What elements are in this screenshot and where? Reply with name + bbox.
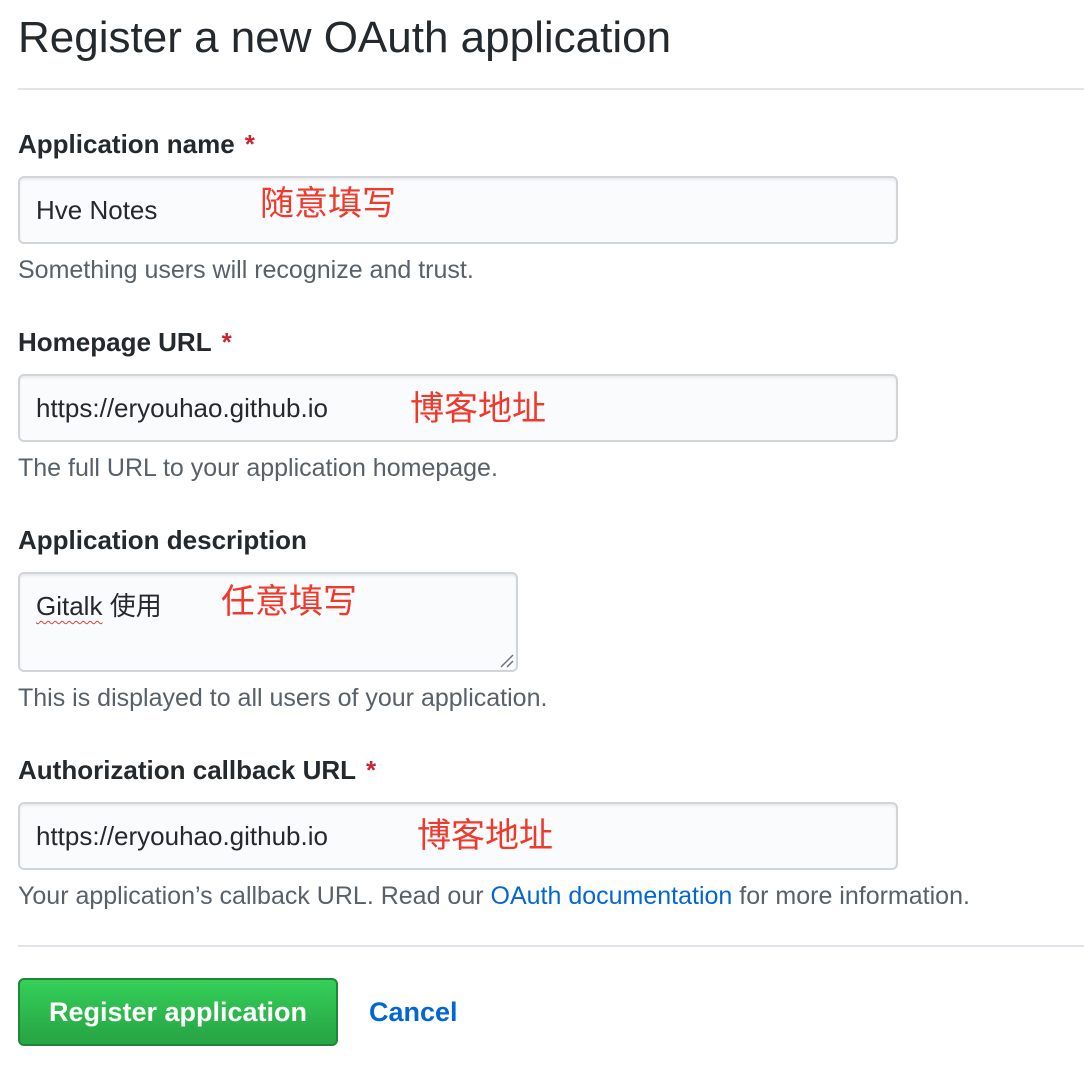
callback-url-note: Your application’s callback URL. Read ou… xyxy=(18,880,970,912)
oauth-documentation-link[interactable]: OAuth documentation xyxy=(491,882,733,910)
form-divider xyxy=(18,945,1084,947)
description-label: Application description xyxy=(18,524,307,556)
description-annotation: 任意填写 xyxy=(221,582,357,622)
homepage-url-note: The full URL to your application homepag… xyxy=(18,454,498,482)
homepage-url-value: https://eryouhao.github.io xyxy=(36,393,328,423)
app-name-label: Application name * xyxy=(18,128,255,160)
required-mark: * xyxy=(366,755,377,785)
app-name-field[interactable]: Hve Notes xyxy=(18,176,898,244)
callback-url-label-text: Authorization callback URL xyxy=(18,755,357,785)
callback-url-label: Authorization callback URL * xyxy=(18,754,376,786)
app-name-annotation: 随意填写 xyxy=(260,184,396,224)
description-value-rest: 使用 xyxy=(102,591,162,621)
homepage-url-label-text: Homepage URL xyxy=(18,327,212,357)
cancel-link[interactable]: Cancel xyxy=(369,994,458,1030)
app-name-label-text: Application name xyxy=(18,129,235,159)
callback-note-text-end: for more information. xyxy=(732,882,970,910)
page-title: Register a new OAuth application xyxy=(18,13,672,62)
callback-url-value: https://eryouhao.github.io xyxy=(36,821,328,851)
callback-note-text: Your application’s callback URL. Read ou… xyxy=(18,882,491,910)
description-note: This is displayed to all users of your a… xyxy=(18,684,548,712)
register-application-button[interactable]: Register application xyxy=(18,978,338,1046)
required-mark: * xyxy=(221,327,232,357)
callback-url-annotation: 博客地址 xyxy=(417,816,553,856)
description-label-text: Application description xyxy=(18,525,307,555)
description-value: Gitalk 使用 xyxy=(36,590,162,622)
app-name-value: Hve Notes xyxy=(36,195,158,225)
required-mark: * xyxy=(244,129,255,159)
app-name-note: Something users will recognize and trust… xyxy=(18,256,474,284)
resize-handle-icon[interactable] xyxy=(498,652,514,668)
homepage-url-label: Homepage URL * xyxy=(18,326,232,358)
header-divider xyxy=(18,88,1084,90)
homepage-url-annotation: 博客地址 xyxy=(410,389,546,429)
misspelled-word: Gitalk xyxy=(36,591,103,621)
